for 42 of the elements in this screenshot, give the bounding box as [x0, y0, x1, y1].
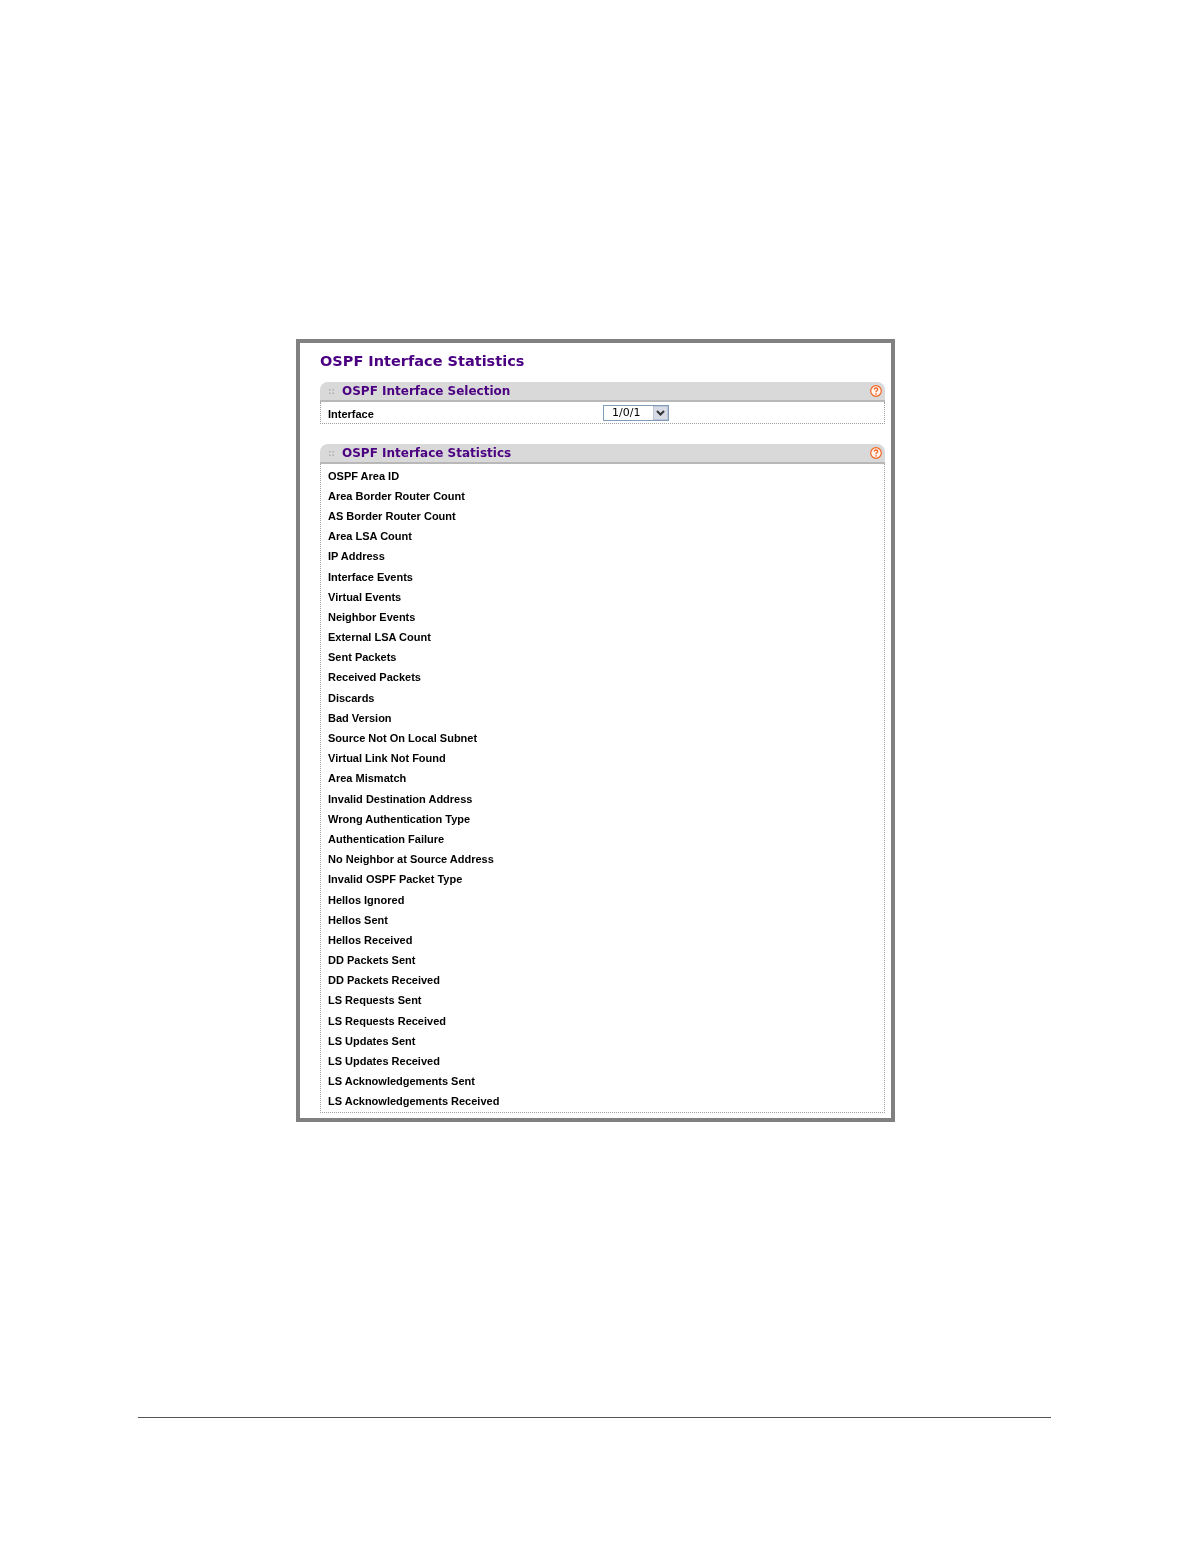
statistic-label: Area LSA Count — [328, 531, 412, 543]
statistic-label: Hellos Ignored — [328, 894, 405, 906]
statistic-label: Source Not On Local Subnet — [328, 733, 478, 745]
statistic-label: Hellos Received — [328, 934, 413, 946]
statistic-label: Area Border Router Count — [328, 490, 465, 502]
statistic-label: Area Mismatch — [328, 773, 407, 785]
statistic-label: Bad Version — [328, 712, 392, 724]
statistic-label: Received Packets — [328, 672, 421, 684]
statistic-label: IP Address — [328, 551, 385, 563]
section-title: OSPF Interface Selection — [342, 385, 511, 397]
statistic-label: Wrong Authentication Type — [328, 813, 471, 825]
statistic-label: No Neighbor at Source Address — [328, 854, 494, 866]
field-label: Interface — [328, 407, 374, 420]
statistic-label: Interface Events — [328, 571, 413, 583]
interface-select[interactable]: 1/0/1 — [603, 404, 669, 421]
statistic-label: Virtual Events — [328, 591, 402, 603]
help-icon[interactable] — [870, 385, 882, 397]
statistic-label: LS Requests Received — [328, 1015, 446, 1027]
statistic-label: Invalid Destination Address — [328, 793, 473, 805]
statistic-label: External LSA Count — [328, 632, 431, 644]
statistic-label: Discards — [328, 692, 375, 704]
statistic-label: OSPF Area ID — [328, 470, 400, 482]
grip-icon — [329, 388, 334, 394]
chevron-down-icon[interactable] — [653, 405, 668, 420]
statistic-label: LS Updates Received — [328, 1056, 440, 1068]
statistic-label: Virtual Link Not Found — [328, 753, 446, 765]
statistic-label: Sent Packets — [328, 652, 397, 664]
section-title: OSPF Interface Statistics — [342, 447, 512, 459]
statistic-label: Authentication Failure — [328, 833, 445, 845]
statistic-label: Hellos Sent — [328, 914, 388, 926]
statistic-label: DD Packets Received — [328, 975, 440, 987]
statistic-label: LS Acknowledgements Received — [328, 1096, 500, 1108]
statistic-label: LS Updates Sent — [328, 1035, 416, 1047]
grip-icon — [329, 450, 334, 456]
statistic-label: DD Packets Sent — [328, 955, 416, 967]
page-title: OSPF Interface Statistics — [320, 352, 525, 370]
statistic-label: Neighbor Events — [328, 611, 416, 623]
help-icon[interactable] — [870, 447, 882, 459]
statistic-label: AS Border Router Count — [328, 510, 456, 522]
statistic-label: LS Acknowledgements Sent — [328, 1076, 475, 1088]
statistic-label: LS Requests Sent — [328, 995, 422, 1007]
statistic-label: Invalid OSPF Packet Type — [328, 874, 463, 886]
